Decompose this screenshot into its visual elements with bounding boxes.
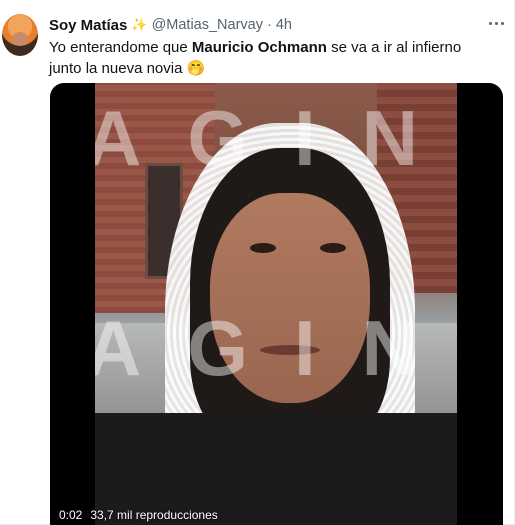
- sparkle-emoji: ✨: [131, 17, 148, 32]
- right-eye: [320, 243, 346, 253]
- view-count: 33,7 mil reproducciones: [90, 508, 218, 522]
- video-frame[interactable]: AGIN AGIN: [95, 83, 457, 525]
- mention-name: Mauricio Ochmann: [191, 39, 327, 56]
- watermark-top: AGIN: [95, 94, 457, 182]
- display-name[interactable]: Soy Matías: [49, 17, 127, 34]
- face-emoji: 🤭: [186, 60, 206, 77]
- more-dot: [500, 21, 504, 25]
- avatar[interactable]: [2, 14, 38, 56]
- watermark-bottom: AGIN: [95, 304, 457, 392]
- left-eye: [250, 243, 276, 253]
- more-dot: [494, 21, 498, 25]
- separator-dot: ·: [266, 17, 272, 33]
- tweet-card: Soy Matías ✨ @Matias_Narvay · 4h Yo ente…: [0, 0, 515, 525]
- tweet-text: Yo enterandome que Mauricio Ochmann se v…: [49, 37, 489, 79]
- video-info: 0:02 33,7 mil reproducciones: [59, 508, 218, 522]
- video-timestamp: 0:02: [59, 508, 83, 522]
- more-options-icon[interactable]: [486, 15, 506, 31]
- user-handle[interactable]: @Matias_Narvay: [152, 17, 263, 33]
- tweet-text-before: Yo enterandome que: [49, 39, 192, 56]
- timestamp-link[interactable]: 4h: [276, 17, 292, 33]
- more-dot: [488, 21, 492, 25]
- tweet-header: Soy Matías ✨ @Matias_Narvay · 4h: [49, 15, 292, 35]
- video-player[interactable]: AGIN AGIN: [50, 83, 503, 525]
- avatar-face: [12, 32, 28, 46]
